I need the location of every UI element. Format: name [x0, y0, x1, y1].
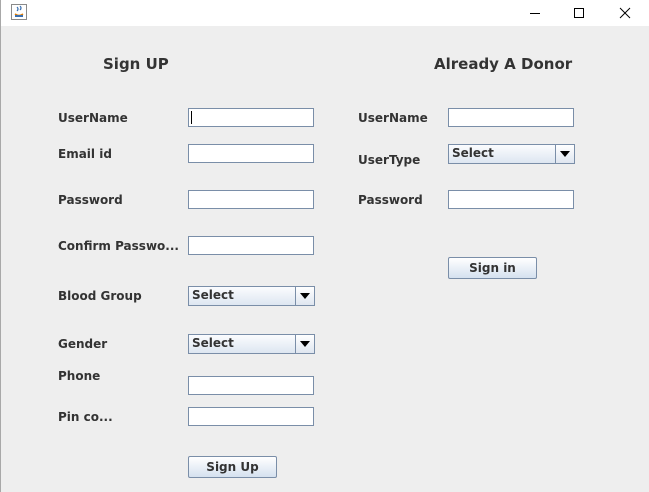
signup-username-field[interactable] — [188, 108, 314, 127]
blood-group-select[interactable]: Select — [188, 286, 315, 306]
phone-field[interactable] — [188, 376, 314, 395]
usertype-label: UserType — [358, 153, 421, 167]
sign-in-button[interactable]: Sign in — [448, 257, 537, 279]
maximize-button[interactable] — [556, 0, 602, 26]
login-password-label: Password — [358, 193, 423, 207]
login-username-field[interactable] — [448, 108, 574, 127]
signup-username-label: UserName — [58, 111, 128, 125]
gender-label: Gender — [58, 337, 108, 351]
signup-confirm-password-label: Confirm Passwo... — [58, 239, 179, 253]
pin-code-field[interactable] — [188, 407, 314, 426]
chevron-down-icon — [560, 151, 570, 157]
signup-password-label: Password — [58, 193, 123, 207]
chevron-down-icon — [300, 341, 310, 347]
signup-password-field[interactable] — [188, 190, 314, 209]
login-heading: Already A Donor — [434, 55, 573, 73]
signup-email-label: Email id — [58, 147, 112, 161]
minimize-button[interactable] — [512, 0, 558, 26]
blood-group-dropdown-button[interactable] — [295, 287, 314, 305]
chevron-down-icon — [300, 293, 310, 299]
login-username-label: UserName — [358, 111, 428, 125]
text-caret — [191, 111, 192, 124]
phone-label: Phone — [58, 369, 101, 383]
blood-group-label: Blood Group — [58, 289, 142, 303]
pin-code-label: Pin co... — [58, 410, 113, 424]
java-app-icon — [11, 4, 27, 20]
login-password-field[interactable] — [448, 190, 574, 209]
usertype-dropdown-button[interactable] — [555, 145, 574, 163]
usertype-select[interactable]: Select — [448, 144, 575, 164]
gender-selected-value: Select — [192, 336, 234, 350]
maximize-icon — [574, 8, 584, 18]
minimize-icon — [530, 13, 540, 14]
form-panel: Sign UP UserName Email id Password Confi… — [1, 26, 649, 492]
signup-email-field[interactable] — [188, 144, 314, 163]
title-bar — [1, 0, 649, 26]
gender-select[interactable]: Select — [188, 334, 315, 354]
close-button[interactable] — [602, 0, 648, 26]
gender-dropdown-button[interactable] — [295, 335, 314, 353]
close-icon — [619, 7, 631, 19]
sign-up-button[interactable]: Sign Up — [188, 456, 277, 478]
signup-heading: Sign UP — [103, 55, 169, 73]
app-window: Sign UP UserName Email id Password Confi… — [0, 0, 649, 492]
blood-group-selected-value: Select — [192, 288, 234, 302]
signup-confirm-password-field[interactable] — [188, 236, 314, 255]
usertype-selected-value: Select — [452, 146, 494, 160]
